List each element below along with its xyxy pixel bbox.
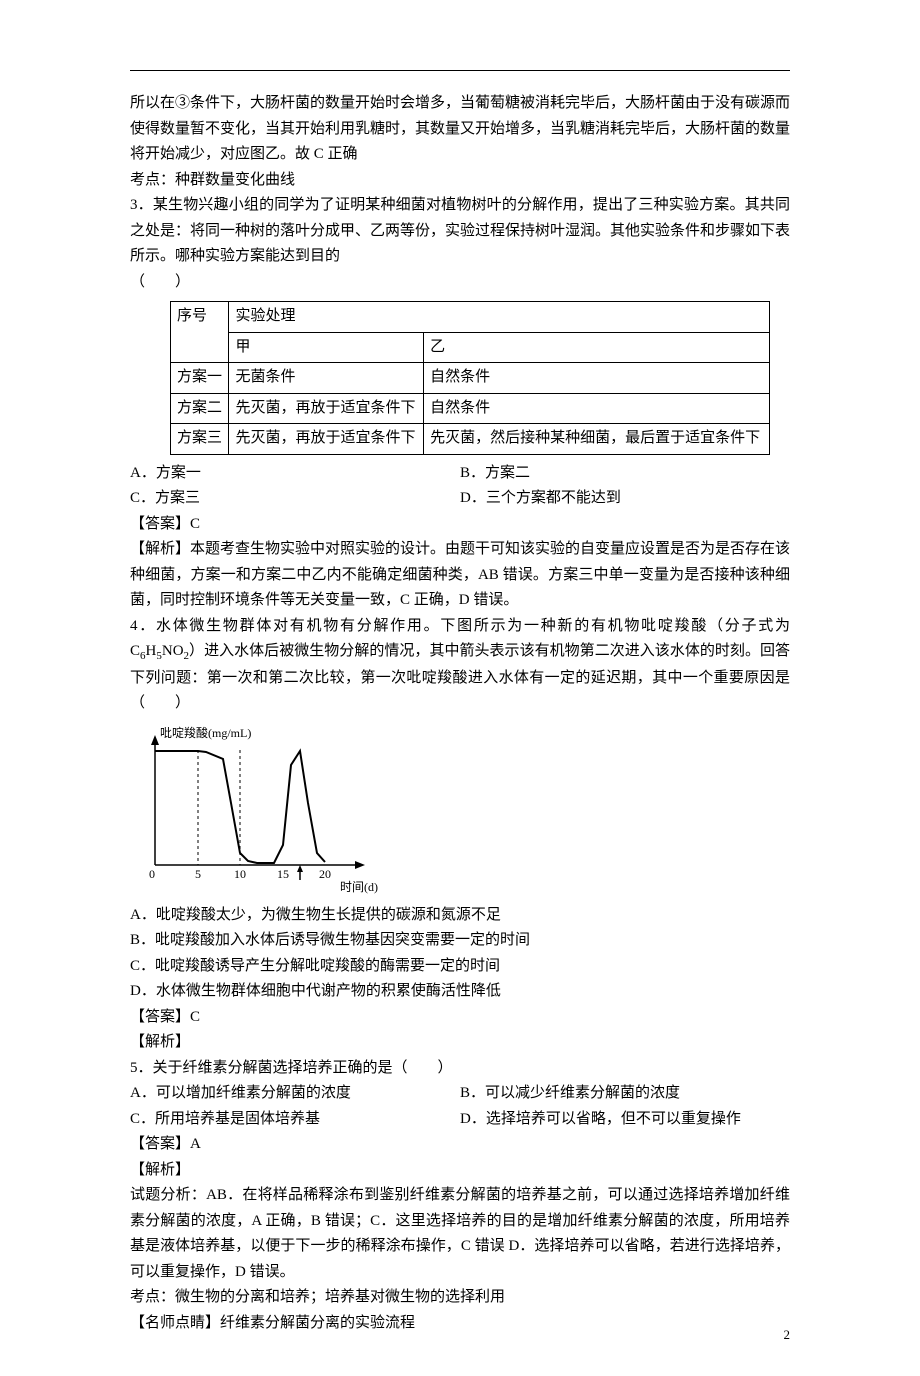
q5-stem: 5．关于纤维素分解菌选择培养正确的是（ ）: [130, 1056, 790, 1082]
top-rule: [130, 70, 790, 71]
q5-explanation-h: 【解析】: [130, 1158, 790, 1184]
th-yi: 乙: [424, 332, 770, 363]
q5-explanation: 试题分析：AB．在将样品稀释涂布到鉴别纤维素分解菌的培养基之前，可以通过选择培养…: [130, 1183, 790, 1285]
q4-mid1: H: [146, 643, 157, 659]
r3-a: 先灭菌，再放于适宜条件下: [229, 424, 424, 455]
kaodian-top: 考点：种群数量变化曲线: [130, 168, 790, 194]
q4-opt-b: B．吡啶羧酸加入水体后诱导微生物基因突变需要一定的时间: [130, 928, 790, 954]
q3-opt-c: C．方案三: [130, 486, 460, 512]
tick-5: 5: [195, 867, 201, 881]
q4-answer: 【答案】C: [130, 1005, 790, 1031]
th-seq: 序号: [171, 302, 229, 363]
page-number: 2: [784, 1324, 791, 1346]
q4-explanation: 【解析】: [130, 1030, 790, 1056]
q5-kaodian: 考点：微生物的分离和培养；培养基对微生物的选择利用: [130, 1285, 790, 1311]
r2-name: 方案二: [171, 393, 229, 424]
q4-stem: 4．水体微生物群体对有机物有分解作用。下图所示为一种新的有机物吡啶羧酸（分子式为…: [130, 614, 790, 717]
r2-a: 先灭菌，再放于适宜条件下: [229, 393, 424, 424]
chart-xlabel: 时间(d): [340, 880, 378, 894]
r3-name: 方案三: [171, 424, 229, 455]
tick-20: 20: [319, 867, 331, 881]
chart-ylabel: 吡啶羧酸(mg/mL): [160, 725, 251, 740]
q4-mid2: NO: [162, 643, 184, 659]
q5-answer: 【答案】A: [130, 1132, 790, 1158]
q3-opt-d: D．三个方案都不能达到: [460, 486, 790, 512]
q5-opt-a: A．可以增加纤维素分解菌的浓度: [130, 1081, 460, 1107]
th-jia: 甲: [229, 332, 424, 363]
q5-mingshi: 【名师点睛】纤维素分解菌分离的实验流程: [130, 1311, 790, 1337]
q3-blank: （ ）: [130, 270, 790, 296]
q3-table: 序号 实验处理 甲 乙 方案一 无菌条件 自然条件 方案二 先灭菌，再放于适宜条…: [170, 301, 770, 455]
q5-opt-c: C．所用培养基是固体培养基: [130, 1107, 460, 1133]
q4-chart: 吡啶羧酸(mg/mL) 0 5 10 15 20 时间(d): [130, 725, 790, 895]
r2-b: 自然条件: [424, 393, 770, 424]
q3-opt-b: B．方案二: [460, 461, 790, 487]
tick-15: 15: [277, 867, 289, 881]
r1-name: 方案一: [171, 363, 229, 394]
q4-opt-a: A．吡啶羧酸太少，为微生物生长提供的碳源和氮源不足: [130, 903, 790, 929]
q4-stem-post: ）进入水体后被微生物分解的情况，其中箭头表示该有机物第二次进入该水体的时刻。回答…: [130, 643, 790, 711]
q5-opt-d: D．选择培养可以省略，但不可以重复操作: [460, 1107, 790, 1133]
q4-opt-d: D．水体微生物群体细胞中代谢产物的积累使酶活性降低: [130, 979, 790, 1005]
tick-10: 10: [234, 867, 246, 881]
q3-answer: 【答案】C: [130, 512, 790, 538]
q3-stem: 3．某生物兴趣小组的同学为了证明某种细菌对植物树叶的分解作用，提出了三种实验方案…: [130, 193, 790, 270]
r3-b: 先灭菌，然后接种某种细菌，最后置于适宜条件下: [424, 424, 770, 455]
q4-opt-c: C．吡啶羧酸诱导产生分解吡啶羧酸的酶需要一定的时间: [130, 954, 790, 980]
th-proc: 实验处理: [229, 302, 770, 333]
tick-0: 0: [149, 867, 155, 881]
chart-svg: 吡啶羧酸(mg/mL) 0 5 10 15 20 时间(d): [130, 725, 390, 895]
q3-explanation: 【解析】本题考查生物实验中对照实验的设计。由题干可知该实验的自变量应设置是否为是…: [130, 537, 790, 614]
q5-options: A．可以增加纤维素分解菌的浓度 B．可以减少纤维素分解菌的浓度 C．所用培养基是…: [130, 1081, 790, 1132]
r1-a: 无菌条件: [229, 363, 424, 394]
r1-b: 自然条件: [424, 363, 770, 394]
paragraph-top: 所以在③条件下，大肠杆菌的数量开始时会增多，当葡萄糖被消耗完毕后，大肠杆菌由于没…: [130, 91, 790, 168]
q3-options: A．方案一 B．方案二 C．方案三 D．三个方案都不能达到: [130, 461, 790, 512]
q3-opt-a: A．方案一: [130, 461, 460, 487]
q5-opt-b: B．可以减少纤维素分解菌的浓度: [460, 1081, 790, 1107]
